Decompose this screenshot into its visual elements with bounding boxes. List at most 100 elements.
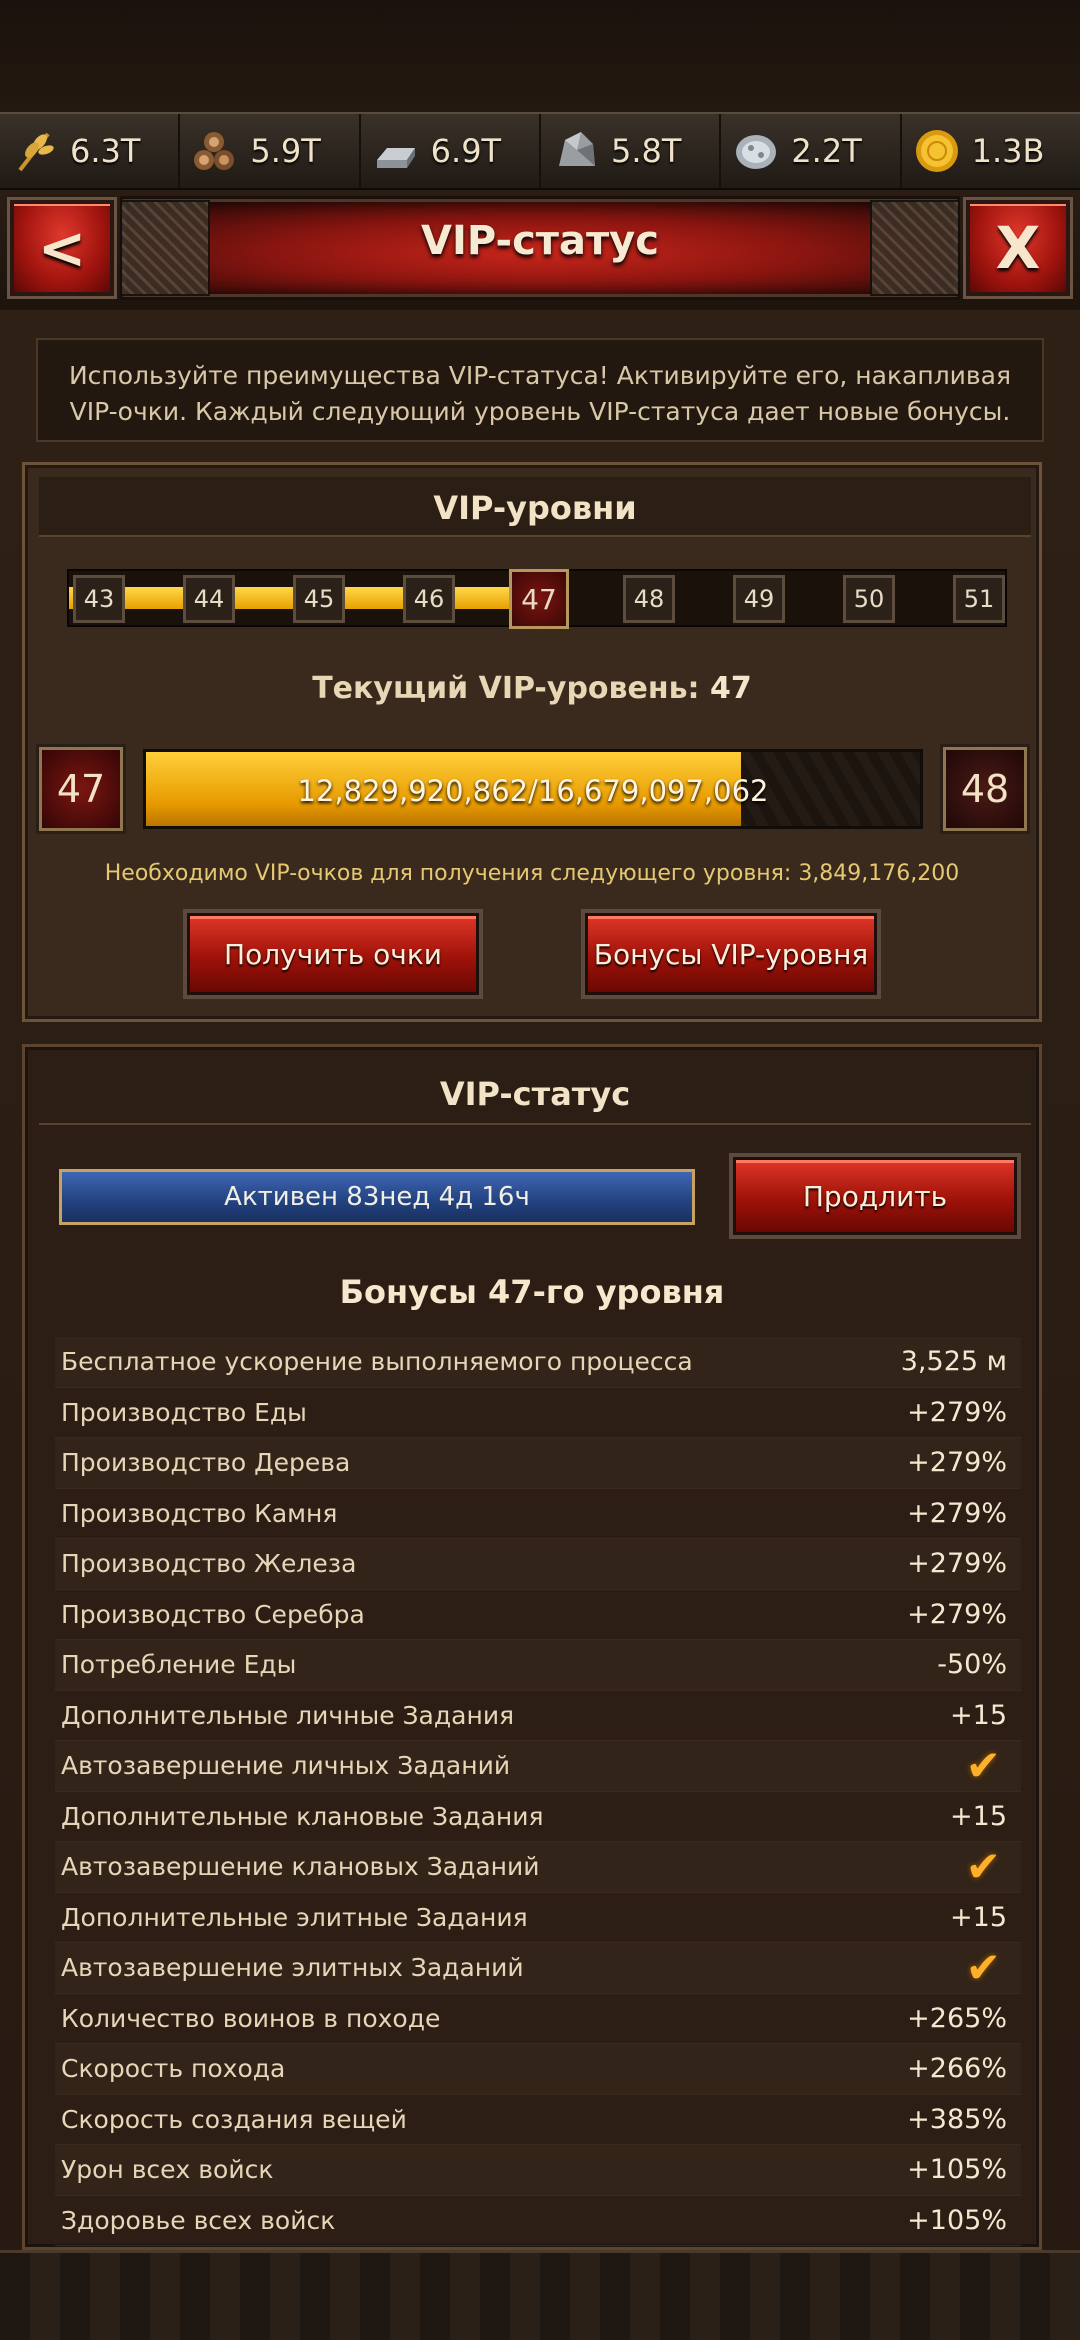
bonus-value: +15 xyxy=(950,1800,1007,1832)
bonus-name: Автозавершение личных Заданий xyxy=(61,1751,511,1781)
vip-active-text: Активен 83нед 4д 16ч xyxy=(224,1182,530,1212)
resource-food-value: 6.3T xyxy=(70,132,141,170)
silver-ore-icon xyxy=(736,135,777,169)
bottom-decoration xyxy=(0,2250,1080,2340)
bonus-row: Производство Дерева +279% xyxy=(55,1438,1021,1489)
bonus-title: Бонусы 47-го уровня xyxy=(339,1273,725,1311)
bonus-row: Дополнительные элитные Задания +15 xyxy=(55,1893,1021,1943)
bonus-row: Дополнительные клановые Задания +15 xyxy=(55,1792,1021,1842)
bonus-row: Автозавершение личных Заданий ✔ xyxy=(55,1741,1021,1792)
resource-silver[interactable]: 2.2T xyxy=(721,114,902,188)
bonus-name: Производство Еды xyxy=(61,1397,307,1427)
back-arrow-icon: < xyxy=(37,214,87,282)
bonus-name: Производство Серебра xyxy=(61,1599,365,1629)
bonus-row: Автозавершение клановых Заданий ✔ xyxy=(55,1842,1021,1893)
page-title: VIP-статус xyxy=(421,218,659,264)
vip-status-panel: VIP-статус Активен 83нед 4д 16ч Продлить… xyxy=(22,1044,1042,2250)
vip-level-marker[interactable]: 51 xyxy=(953,575,1005,623)
bonus-name: Дополнительные клановые Задания xyxy=(61,1801,544,1831)
bonus-name: Потребление Еды xyxy=(61,1650,297,1680)
bonus-value: +279% xyxy=(907,1548,1007,1580)
current-level-text: Текущий VIP-уровень: 47 xyxy=(25,671,1039,706)
bonus-name: Производство Дерева xyxy=(61,1448,351,1478)
stone-icon xyxy=(558,132,595,166)
vip-level-marker[interactable]: 49 xyxy=(733,575,785,623)
bonus-value: +279% xyxy=(907,1497,1007,1529)
intro-box: Используйте преимущества VIP-статуса! Ак… xyxy=(36,338,1044,442)
resource-gold[interactable]: 1.3B xyxy=(902,114,1080,188)
resource-wood[interactable]: 5.9T xyxy=(180,114,361,188)
gold-coin-icon xyxy=(915,130,958,172)
bonus-name: Скорость похода xyxy=(61,2054,286,2084)
bonus-name: Дополнительные элитные Задания xyxy=(61,1902,528,1932)
header: VIP-статус < X xyxy=(0,190,1080,310)
resource-silver-value: 2.2T xyxy=(791,132,862,170)
bonus-name: Скорость создания вещей xyxy=(61,2104,407,2134)
resource-iron[interactable]: 6.9T xyxy=(361,114,541,188)
bonus-value: +15 xyxy=(950,1699,1007,1731)
bonus-name: Производство Железа xyxy=(61,1549,357,1579)
bonus-row: Производство Камня +279% xyxy=(55,1489,1021,1539)
bonus-name: Бесплатное ускорение выполняемого процес… xyxy=(61,1347,693,1377)
bonus-row: Производство Серебра +279% xyxy=(55,1590,1021,1640)
bonus-value: -50% xyxy=(937,1649,1007,1681)
current-level-badge: 47 xyxy=(39,747,123,831)
bonus-row: Урон всех войск +105% xyxy=(55,2145,1021,2196)
bonus-name: Производство Камня xyxy=(61,1498,338,1528)
vip-level-marker[interactable]: 46 xyxy=(403,575,455,623)
level-bonuses-button[interactable]: Бонусы VIP-уровня xyxy=(585,913,877,995)
vip-progress-text: 12,829,920,862/16,679,097,062 xyxy=(297,774,769,808)
current-level-value: 47 xyxy=(710,671,752,706)
resource-bar: 6.3T 5.9T 6.9T 5.8T 2.2T 1.3B xyxy=(0,112,1080,190)
bonus-value: +279% xyxy=(907,1598,1007,1630)
vip-level-track: 43 44 45 46 47 48 49 50 51 xyxy=(67,569,1007,629)
bonus-value: +265% xyxy=(907,2002,1007,2034)
vip-active-banner: Активен 83нед 4д 16ч xyxy=(59,1169,695,1225)
checkmark-icon: ✔ xyxy=(965,1942,1001,1992)
bonus-value: +279% xyxy=(907,1396,1007,1428)
vip-level-marker[interactable]: 45 xyxy=(293,575,345,623)
vip-level-marker[interactable]: 43 xyxy=(73,575,125,623)
vip-level-marker[interactable]: 48 xyxy=(623,575,675,623)
bonus-name: Автозавершение элитных Заданий xyxy=(61,1953,524,1983)
bonus-value: +105% xyxy=(907,2154,1007,2186)
checkmark-icon: ✔ xyxy=(965,1841,1001,1891)
bonus-row: Количество воинов в походе +265% xyxy=(55,1994,1021,2044)
vip-levels-panel: VIP-уровни 43 44 45 46 47 48 49 50 51 Текущий VI… xyxy=(22,462,1042,1022)
bonus-name: Количество воинов в походе xyxy=(61,2003,441,2033)
bonus-name: Автозавершение клановых Заданий xyxy=(61,1852,540,1882)
bonus-row: Здоровье всех войск +105% xyxy=(55,2196,1021,2246)
resource-stone[interactable]: 5.8T xyxy=(541,114,722,188)
bonus-row: Скорость создания вещей +385% xyxy=(55,2095,1021,2145)
vip-level-marker[interactable]: 44 xyxy=(183,575,235,623)
bonus-row: Потребление Еды -50% xyxy=(55,1640,1021,1691)
wheat-icon xyxy=(18,132,54,172)
vip-level-marker[interactable]: 47 xyxy=(509,569,569,629)
get-points-button[interactable]: Получить очки xyxy=(187,913,479,995)
bonus-row: Производство Еды +279% xyxy=(55,1388,1021,1438)
back-button[interactable]: < xyxy=(10,200,114,296)
close-icon: X xyxy=(995,214,1041,282)
bonus-row: Дополнительные личные Задания +15 xyxy=(55,1691,1021,1741)
bonus-list: Бесплатное ускорение выполняемого процес… xyxy=(55,1337,1021,2246)
vip-status-title: VIP-статус xyxy=(439,1075,631,1113)
points-needed-text: Необходимо VIP-очков для получения следу… xyxy=(104,861,960,886)
next-level-badge: 48 xyxy=(943,747,1027,831)
iron-ingot-icon xyxy=(376,148,415,168)
bonus-name: Дополнительные личные Задания xyxy=(61,1700,515,1730)
bonus-value: +15 xyxy=(950,1901,1007,1933)
resource-food[interactable]: 6.3T xyxy=(0,114,181,188)
vip-status-title-bar: VIP-статус xyxy=(39,1061,1031,1125)
vip-levels-title: VIP-уровни xyxy=(433,489,637,527)
resource-iron-value: 6.9T xyxy=(430,132,502,170)
close-button[interactable]: X xyxy=(966,200,1070,296)
resource-gold-value: 1.3B xyxy=(971,132,1045,170)
intro-text: Используйте преимущества VIP-статуса! Ак… xyxy=(68,361,1012,426)
extend-button[interactable]: Продлить xyxy=(733,1157,1017,1235)
bonus-row: Производство Железа +279% xyxy=(55,1539,1021,1590)
vip-progress-bar: 12,829,920,862/16,679,097,062 xyxy=(143,749,923,829)
current-level-label: Текущий VIP-уровень: xyxy=(312,671,700,706)
bonus-name: Здоровье всех войск xyxy=(61,2205,336,2235)
vip-level-marker[interactable]: 50 xyxy=(843,575,895,623)
bonus-value: +266% xyxy=(907,2053,1007,2085)
